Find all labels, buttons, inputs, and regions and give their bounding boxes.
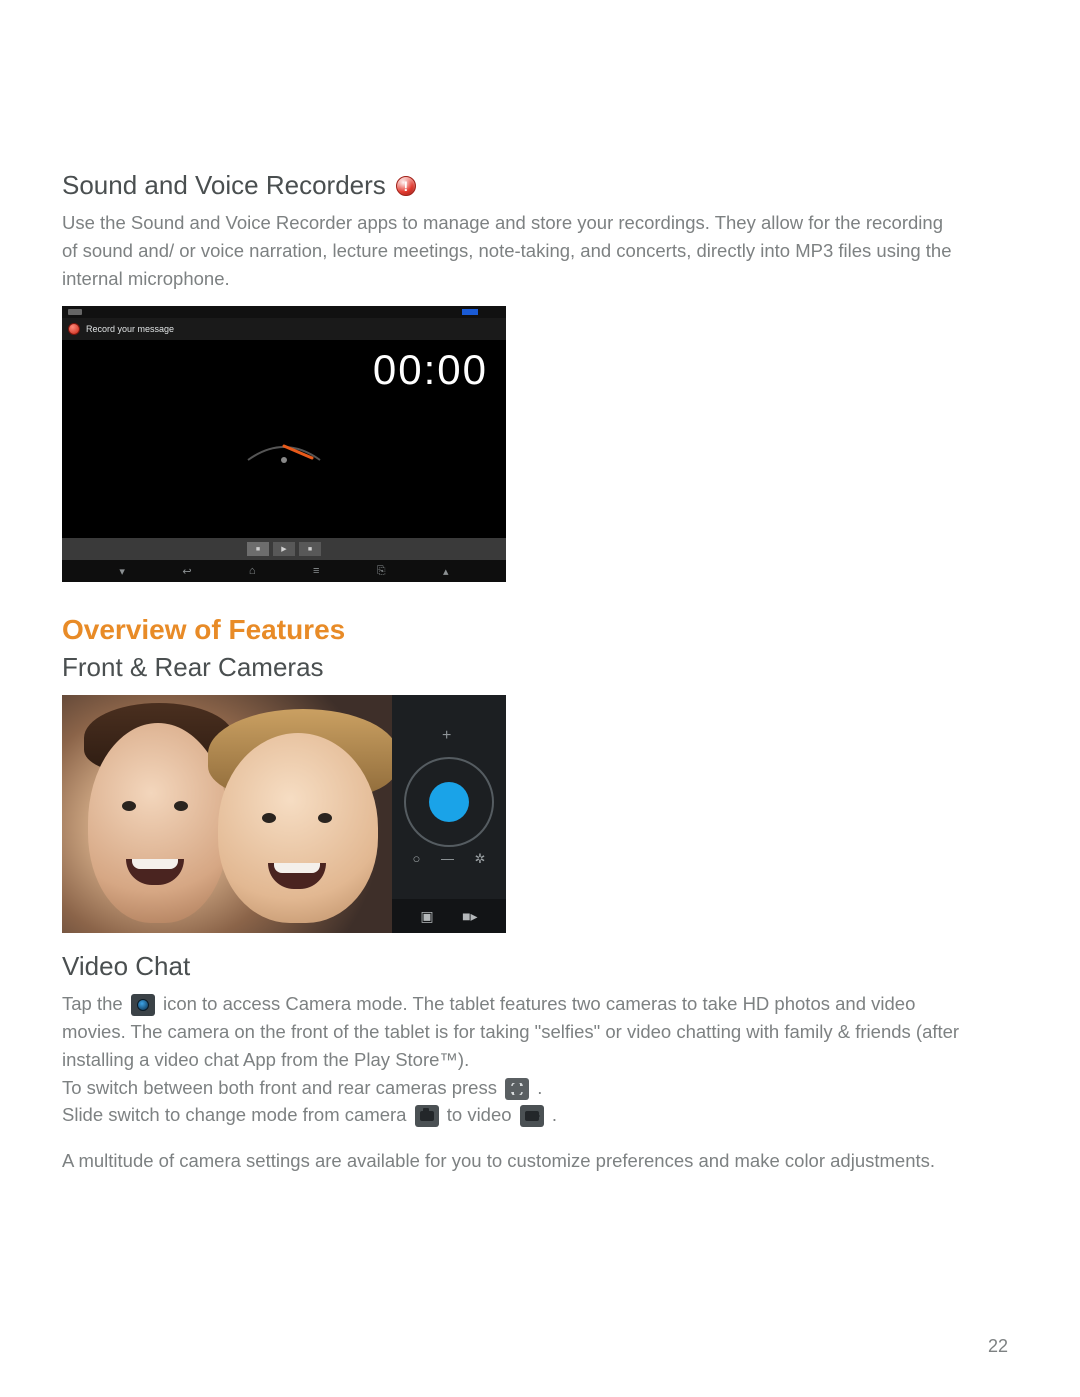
- photo-adult-face: [88, 723, 228, 923]
- recorder-needle-icon: [242, 438, 326, 468]
- recorder-title-bar: Record your message: [62, 318, 506, 340]
- alert-icon: !: [396, 176, 416, 196]
- heading-front-rear-cameras-text: Front & Rear Cameras: [62, 652, 324, 683]
- zoom-out-icon[interactable]: —: [441, 851, 454, 867]
- recorder-screenshot: Record your message 00:00 ■ ▶ ■ ▾ ↩ ⌂ ≡ …: [62, 306, 506, 582]
- recorder-status-bar: [62, 306, 506, 318]
- heading-overview-features: Overview of Features: [62, 614, 1008, 646]
- stop-button[interactable]: ■: [299, 542, 321, 556]
- exposure-icon[interactable]: ○: [413, 851, 421, 867]
- switch-camera-icon: [505, 1078, 529, 1100]
- adult-mouth: [126, 859, 184, 885]
- nav-volume-up-icon[interactable]: ▴: [443, 565, 449, 578]
- video-mode-icon[interactable]: ■▸: [462, 908, 477, 925]
- shutter-button[interactable]: [429, 782, 469, 822]
- adult-eye-left: [122, 801, 136, 811]
- heading-video-chat: Video Chat: [62, 951, 1008, 982]
- heading-video-chat-text: Video Chat: [62, 951, 190, 982]
- recorder-timer: 00:00: [373, 346, 488, 394]
- mic-icon: [68, 323, 80, 335]
- vc1-post: icon to access Camera mode. The tablet f…: [62, 993, 959, 1070]
- recorder-nav-bar: ▾ ↩ ⌂ ≡ ⎘ ▴: [62, 560, 506, 582]
- record-button[interactable]: ■: [247, 542, 269, 556]
- camera-control-panel: + ○ — ✲ ▣ ■▸: [392, 695, 506, 933]
- heading-front-rear-cameras: Front & Rear Cameras: [62, 652, 1008, 683]
- camera-viewfinder: [62, 695, 392, 933]
- page-number: 22: [988, 1336, 1008, 1357]
- nav-home-icon[interactable]: ⌂: [249, 565, 256, 577]
- zoom-in-icon[interactable]: +: [442, 727, 451, 745]
- child-eye-left: [262, 813, 276, 823]
- vc2-post: .: [537, 1077, 542, 1098]
- camera-mode-bar: ▣ ■▸: [392, 899, 506, 933]
- nav-volume-down-icon[interactable]: ▾: [119, 565, 125, 578]
- photo-child-face: [218, 733, 378, 923]
- nav-recent-icon[interactable]: ≡: [313, 565, 319, 577]
- camera-screenshot: + ○ — ✲ ▣ ■▸: [62, 695, 506, 933]
- video-chat-paragraph-1: Tap the icon to access Camera mode. The …: [62, 990, 962, 1129]
- video-chat-paragraph-2: A multitude of camera settings are avail…: [62, 1147, 962, 1175]
- vc3-mid: to video: [447, 1104, 517, 1125]
- sound-recorders-description: Use the Sound and Voice Recorder apps to…: [62, 209, 962, 292]
- recorder-control-bar: ■ ▶ ■: [62, 538, 506, 560]
- vc2-pre: To switch between both front and rear ca…: [62, 1077, 502, 1098]
- shutter-ring: [404, 757, 494, 847]
- vc1-pre: Tap the: [62, 993, 128, 1014]
- nav-back-icon[interactable]: ↩: [182, 565, 191, 578]
- play-button[interactable]: ▶: [273, 542, 295, 556]
- video-mode-inline-icon: [520, 1105, 544, 1127]
- adult-eye-right: [174, 801, 188, 811]
- heading-text: Sound and Voice Recorders: [62, 170, 386, 201]
- settings-icon[interactable]: ✲: [475, 851, 486, 867]
- vc3-pre: Slide switch to change mode from camera: [62, 1104, 412, 1125]
- heading-sound-recorders: Sound and Voice Recorders !: [62, 170, 1008, 201]
- recorder-title-text: Record your message: [86, 324, 174, 334]
- camera-mode-icon: [415, 1105, 439, 1127]
- camera-lens-icon: [131, 994, 155, 1016]
- nav-screenshot-icon[interactable]: ⎘: [377, 565, 386, 578]
- vc3-post: .: [552, 1104, 557, 1125]
- child-eye-right: [318, 813, 332, 823]
- photo-mode-icon[interactable]: ▣: [420, 908, 433, 925]
- child-mouth: [268, 863, 326, 889]
